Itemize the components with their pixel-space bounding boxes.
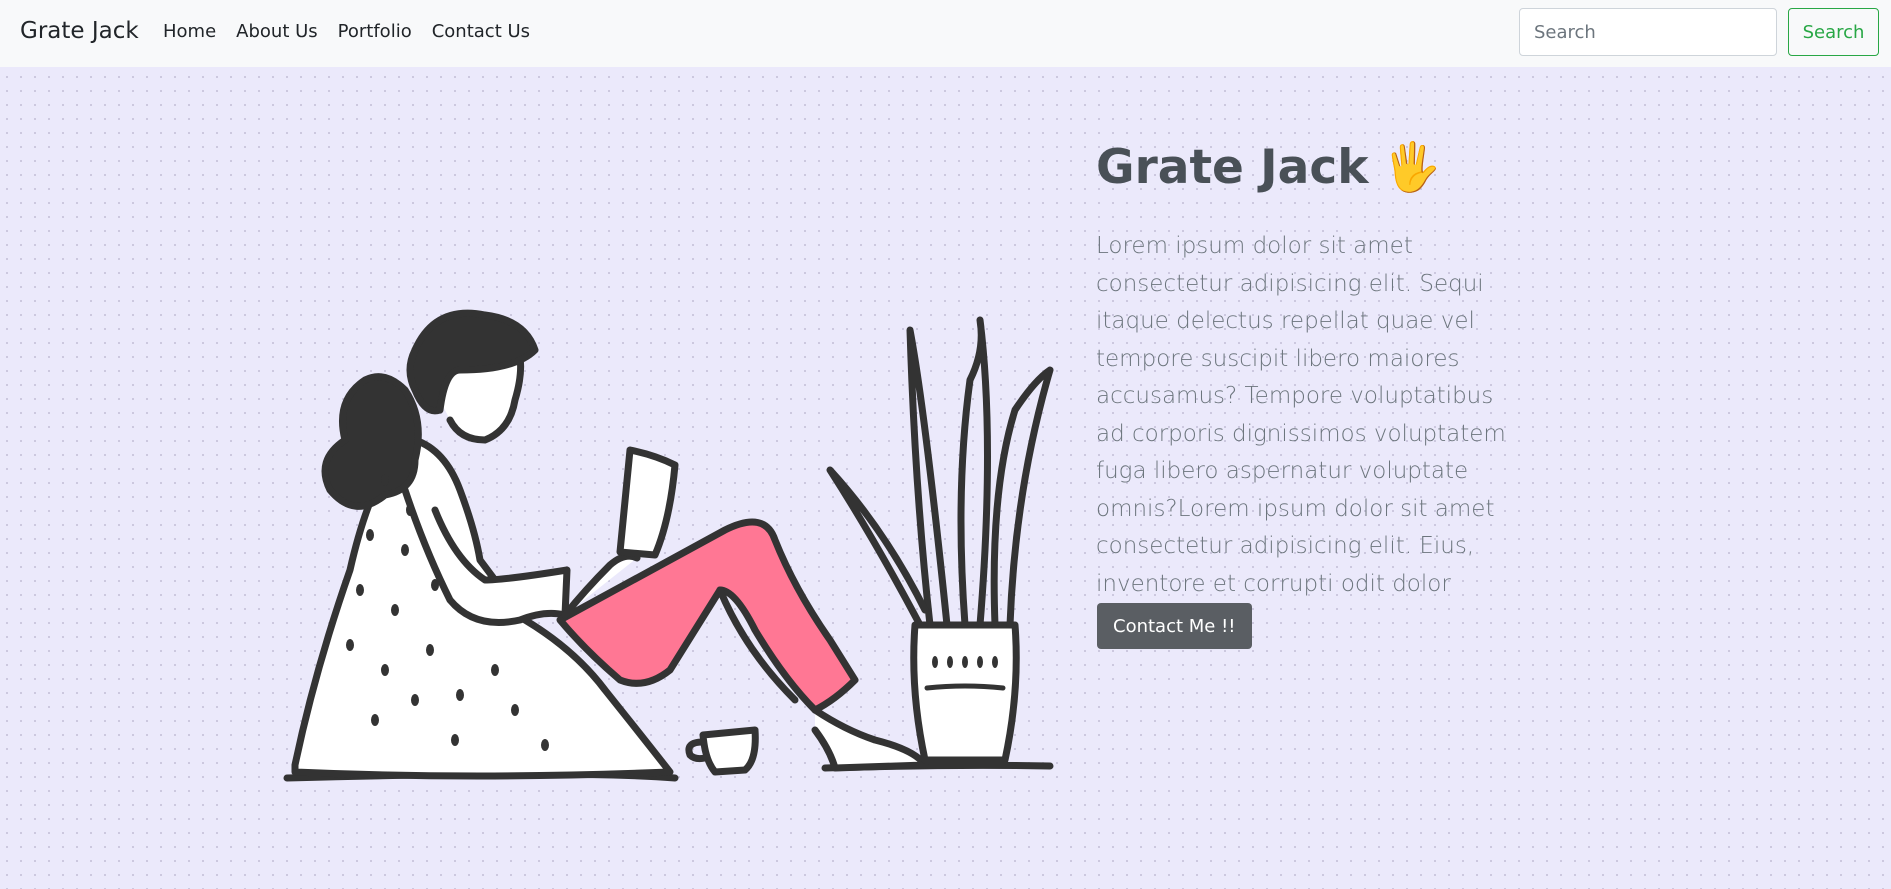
- waving-hand-icon: 🖐: [1382, 140, 1442, 195]
- phone-outline: [616, 446, 679, 559]
- hero-title: Grate Jack 🖐: [1096, 140, 1441, 195]
- nav-link-portfolio[interactable]: Portfolio: [338, 21, 412, 42]
- contact-me-button[interactable]: Contact Me !!: [1097, 603, 1252, 649]
- nav-link-home[interactable]: Home: [163, 21, 216, 42]
- foot-outline: [811, 706, 929, 772]
- hero-title-text: Grate Jack: [1096, 140, 1369, 195]
- nav-link-contact-us[interactable]: Contact Us: [432, 21, 530, 42]
- leaf-2: [957, 316, 991, 629]
- navbar: Grate Jack Home About Us Portfolio Conta…: [0, 0, 1891, 67]
- leaf-1: [906, 326, 951, 629]
- search-input[interactable]: [1519, 8, 1777, 56]
- cup-outline: [699, 726, 759, 776]
- nav-links: Home About Us Portfolio Contact Us: [163, 21, 550, 42]
- hair-bun: [321, 373, 422, 510]
- hero-description: Lorem ipsum dolor sit amet consectetur a…: [1096, 233, 1506, 634]
- woman-reading-illustration: [283, 309, 1054, 782]
- leaf-4: [826, 466, 929, 629]
- nav-link-about-us[interactable]: About Us: [236, 21, 318, 42]
- pants-outline: [556, 518, 859, 714]
- leaf-3: [990, 366, 1054, 629]
- navbar-brand[interactable]: Grate Jack: [20, 18, 139, 44]
- pot-outline: [910, 621, 1020, 764]
- search-button[interactable]: Search: [1788, 8, 1879, 56]
